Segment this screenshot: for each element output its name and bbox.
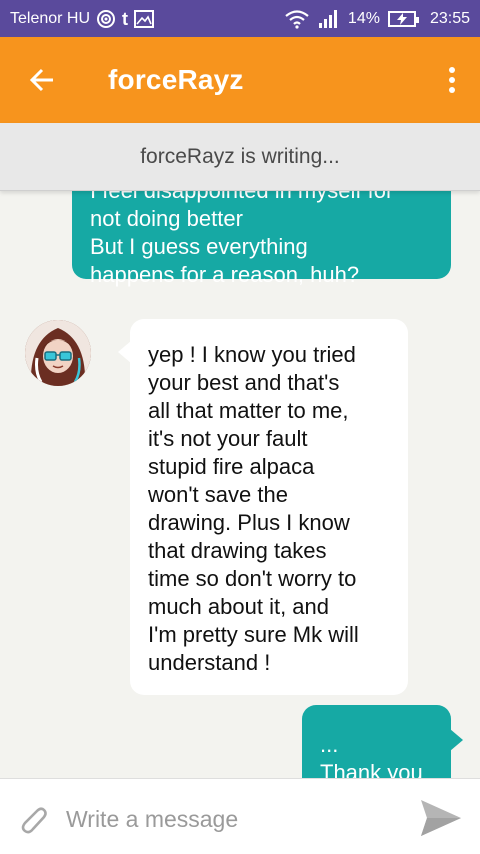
message-line: But I guess everything [90,234,308,259]
bubble-tail [118,341,131,363]
message-line: I feel disappointed in myself for [90,191,433,205]
back-button[interactable] [22,62,62,98]
target-notification-icon [96,9,116,29]
image-notification-icon [134,9,155,29]
menu-dot [449,77,455,83]
send-icon [421,800,461,836]
carrier-label: Telenor HU [10,10,91,27]
message-line: stupid fire alpaca [148,454,315,479]
chat-area[interactable]: I feel disappointed in myself for not do… [0,191,480,778]
message-line: that drawing takes [148,538,327,563]
message-line: understand ! [148,650,271,675]
message-composer [0,778,480,854]
status-bar: Telenor HU t 14% 23:55 [0,0,480,37]
menu-dot [449,67,455,73]
tumblr-notification-icon: t [122,8,129,29]
message-line: your best and that's [148,370,340,395]
chat-title[interactable]: forceRayz [108,64,244,96]
message-line: won't save the [148,482,288,507]
app-bar: forceRayz [0,37,480,123]
message-line: yep ! I know you tried [148,342,356,367]
outgoing-message[interactable]: ... Thank you [302,705,463,778]
arrow-left-icon [29,68,53,92]
message-line: time so don't worry to [148,566,357,591]
battery-charging-icon [387,11,419,27]
wifi-icon [284,9,310,29]
signal-icon [318,9,340,29]
message-line: happens for a reason, huh? [90,262,360,287]
message-line: I'm pretty sure Mk will [148,622,359,647]
message-input[interactable] [66,799,396,839]
message-line: all that matter to me, [148,398,349,423]
paperclip-icon [21,807,47,834]
message-line: not doing better [90,206,243,231]
clock: 23:55 [429,10,470,27]
message-line: it's not your fault [148,426,308,451]
menu-dot [449,87,455,93]
outgoing-message[interactable]: I feel disappointed in myself for not do… [72,191,451,287]
typing-indicator: forceRayz is writing... [0,123,480,191]
message-line: ... [320,732,339,757]
overflow-menu-button[interactable] [442,63,462,97]
send-button[interactable] [418,797,464,839]
incoming-message[interactable]: yep ! I know you tried your best and tha… [118,319,408,695]
attach-button[interactable] [14,801,50,837]
message-line: Thank you [320,760,423,778]
bubble-tail [450,729,463,751]
battery-percent: 14% [347,10,380,27]
message-line: much about it, and [148,594,330,619]
sender-avatar[interactable] [25,320,91,386]
message-line: drawing. Plus I know [148,510,350,535]
